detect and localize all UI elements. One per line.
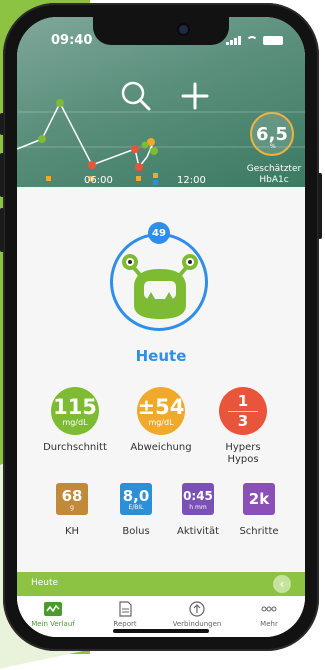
more-dots-icon [260, 601, 278, 617]
tab-label: Mein Verlauf [31, 620, 75, 628]
x-tick-label: 06:00 [84, 175, 113, 186]
carbs-label: KH [64, 526, 80, 537]
bolus-tile[interactable]: 8,0 E/BIL [120, 483, 152, 515]
bolus-value: 8,0 [122, 486, 150, 505]
front-camera [179, 25, 188, 34]
notch [93, 17, 229, 45]
reading-dot [135, 163, 143, 171]
hypos-count: 3 [237, 411, 249, 430]
battery-icon [263, 36, 283, 45]
activity-label: Aktivität [177, 526, 219, 537]
volume-up-button [0, 153, 4, 197]
hba1c-unit: % [270, 143, 276, 150]
activity-unit: h mm [189, 503, 207, 511]
average-unit: mg/dL [62, 417, 88, 427]
hypers-hypos-label: Hypers Hypos [225, 442, 261, 465]
bolus-label: Bolus [122, 526, 150, 537]
steps-label: Schritte [239, 526, 279, 537]
event-marker [153, 173, 158, 178]
upload-arrow-icon [188, 601, 206, 617]
app-screen: 09:40 06:00 12:00 6,5 % Geschätzter HbA1… [17, 17, 305, 637]
deviation-unit: mg/dL [148, 417, 174, 427]
average-circle[interactable]: 115 mg/dL [51, 387, 99, 435]
mute-switch [0, 113, 4, 135]
deviation-value: ±54 [137, 394, 185, 419]
home-indicator [113, 629, 209, 633]
tab-label: Report [113, 620, 137, 628]
monster-icon [122, 254, 198, 319]
average-label: Durchschnitt [43, 442, 107, 453]
today-bar-label: Heute [31, 578, 59, 588]
tab-label: Mehr [260, 620, 278, 628]
status-time: 09:40 [51, 33, 93, 48]
carbs-unit: g [70, 503, 74, 511]
reading-dot [131, 145, 139, 153]
event-marker [46, 176, 51, 181]
tab-verbindungen[interactable]: Verbindungen [161, 601, 233, 628]
reading-dot [141, 141, 149, 149]
deviation-circle[interactable]: ±54 mg/dL [137, 387, 185, 435]
monster-title: Heute [135, 347, 187, 365]
tab-mein-verlauf[interactable]: Mein Verlauf [17, 601, 89, 628]
x-tick-label: 12:00 [177, 175, 206, 186]
chart-line-icon [44, 601, 62, 617]
volume-down-button [0, 208, 4, 252]
tab-report[interactable]: Report [89, 601, 161, 628]
wifi-icon [246, 36, 258, 45]
carbs-tile[interactable]: 68 g [56, 483, 88, 515]
reading-dot [56, 99, 64, 107]
plus-icon[interactable] [179, 80, 211, 112]
glucose-line [17, 101, 154, 169]
search-icon[interactable] [120, 80, 152, 112]
reading-dot [38, 135, 46, 143]
average-value: 115 [53, 394, 97, 419]
event-marker [136, 176, 141, 181]
today-bar[interactable]: Heute ‹ [17, 572, 305, 596]
tab-label: Verbindungen [172, 620, 222, 628]
carbs-value: 68 [61, 486, 83, 505]
steps-value: 2k [248, 490, 270, 508]
deviation-label: Abweichung [130, 442, 192, 453]
power-button [318, 173, 322, 239]
chevron-left-icon[interactable]: ‹ [273, 575, 291, 593]
activity-tile[interactable]: 0:45 h mm [182, 483, 214, 515]
bolus-unit: E/BIL [128, 503, 144, 511]
signal-icon [226, 36, 241, 45]
reading-dot [150, 147, 158, 155]
phone-frame: 09:40 06:00 12:00 6,5 % Geschätzter HbA1… [0, 3, 322, 651]
tab-mehr[interactable]: Mehr [233, 601, 305, 628]
activity-value: 0:45 [183, 488, 213, 503]
document-icon [116, 601, 134, 617]
steps-tile[interactable]: 2k [243, 483, 275, 515]
hypers-hypos-circle[interactable]: 1 3 [219, 387, 267, 435]
hypers-count: 1 [237, 391, 249, 410]
status-icons [226, 36, 283, 45]
event-marker [153, 180, 158, 185]
hba1c-label: Geschätzter HbA1c [246, 164, 302, 185]
monster-level-badge: 49 [148, 222, 170, 244]
reading-dot [88, 161, 96, 169]
